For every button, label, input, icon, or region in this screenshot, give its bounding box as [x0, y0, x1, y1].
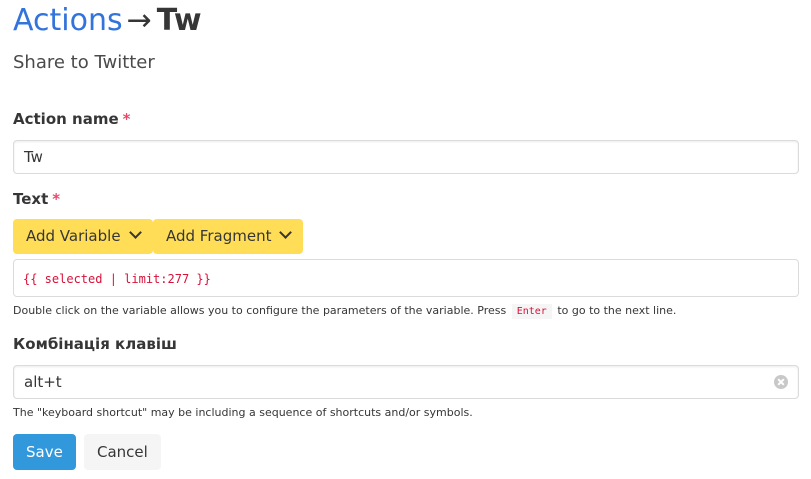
- required-asterisk: *: [52, 190, 61, 208]
- breadcrumb-current: Tw: [156, 3, 202, 38]
- shortcut-label: Комбінація клавіш: [13, 335, 177, 353]
- add-fragment-label: Add Fragment: [166, 227, 272, 245]
- text-help-after: to go to the next line.: [557, 304, 677, 317]
- page-title: Actions → Tw: [13, 0, 202, 42]
- text-label-text: Text: [13, 190, 49, 208]
- text-label: Text *: [13, 190, 60, 208]
- shortcut-input[interactable]: alt+t: [13, 365, 799, 399]
- text-template-editor[interactable]: {{ selected | limit:277 }}: [13, 259, 799, 297]
- page-subtitle: Share to Twitter: [13, 52, 155, 73]
- clear-icon[interactable]: [774, 375, 788, 389]
- chevron-down-icon: [279, 226, 293, 239]
- action-name-input[interactable]: Tw: [13, 140, 799, 174]
- text-help: Double click on the variable allows you …: [13, 304, 677, 319]
- add-variable-label: Add Variable: [26, 227, 121, 245]
- add-fragment-button[interactable]: Add Fragment: [153, 219, 304, 254]
- text-help-before: Double click on the variable allows you …: [13, 304, 507, 317]
- chevron-down-icon: [128, 226, 142, 239]
- action-name-label-text: Action name: [13, 110, 119, 128]
- shortcut-value: alt+t: [24, 373, 62, 391]
- breadcrumb-arrow: →: [126, 3, 152, 38]
- add-variable-button[interactable]: Add Variable: [13, 219, 153, 254]
- cancel-button[interactable]: Cancel: [84, 434, 161, 470]
- save-button[interactable]: Save: [13, 434, 76, 470]
- breadcrumb-actions-link[interactable]: Actions: [13, 3, 123, 38]
- shortcut-help: The "keyboard shortcut" may be including…: [13, 406, 473, 419]
- required-asterisk: *: [122, 110, 131, 128]
- action-name-label: Action name *: [13, 110, 130, 128]
- enter-key-hint: Enter: [511, 304, 552, 319]
